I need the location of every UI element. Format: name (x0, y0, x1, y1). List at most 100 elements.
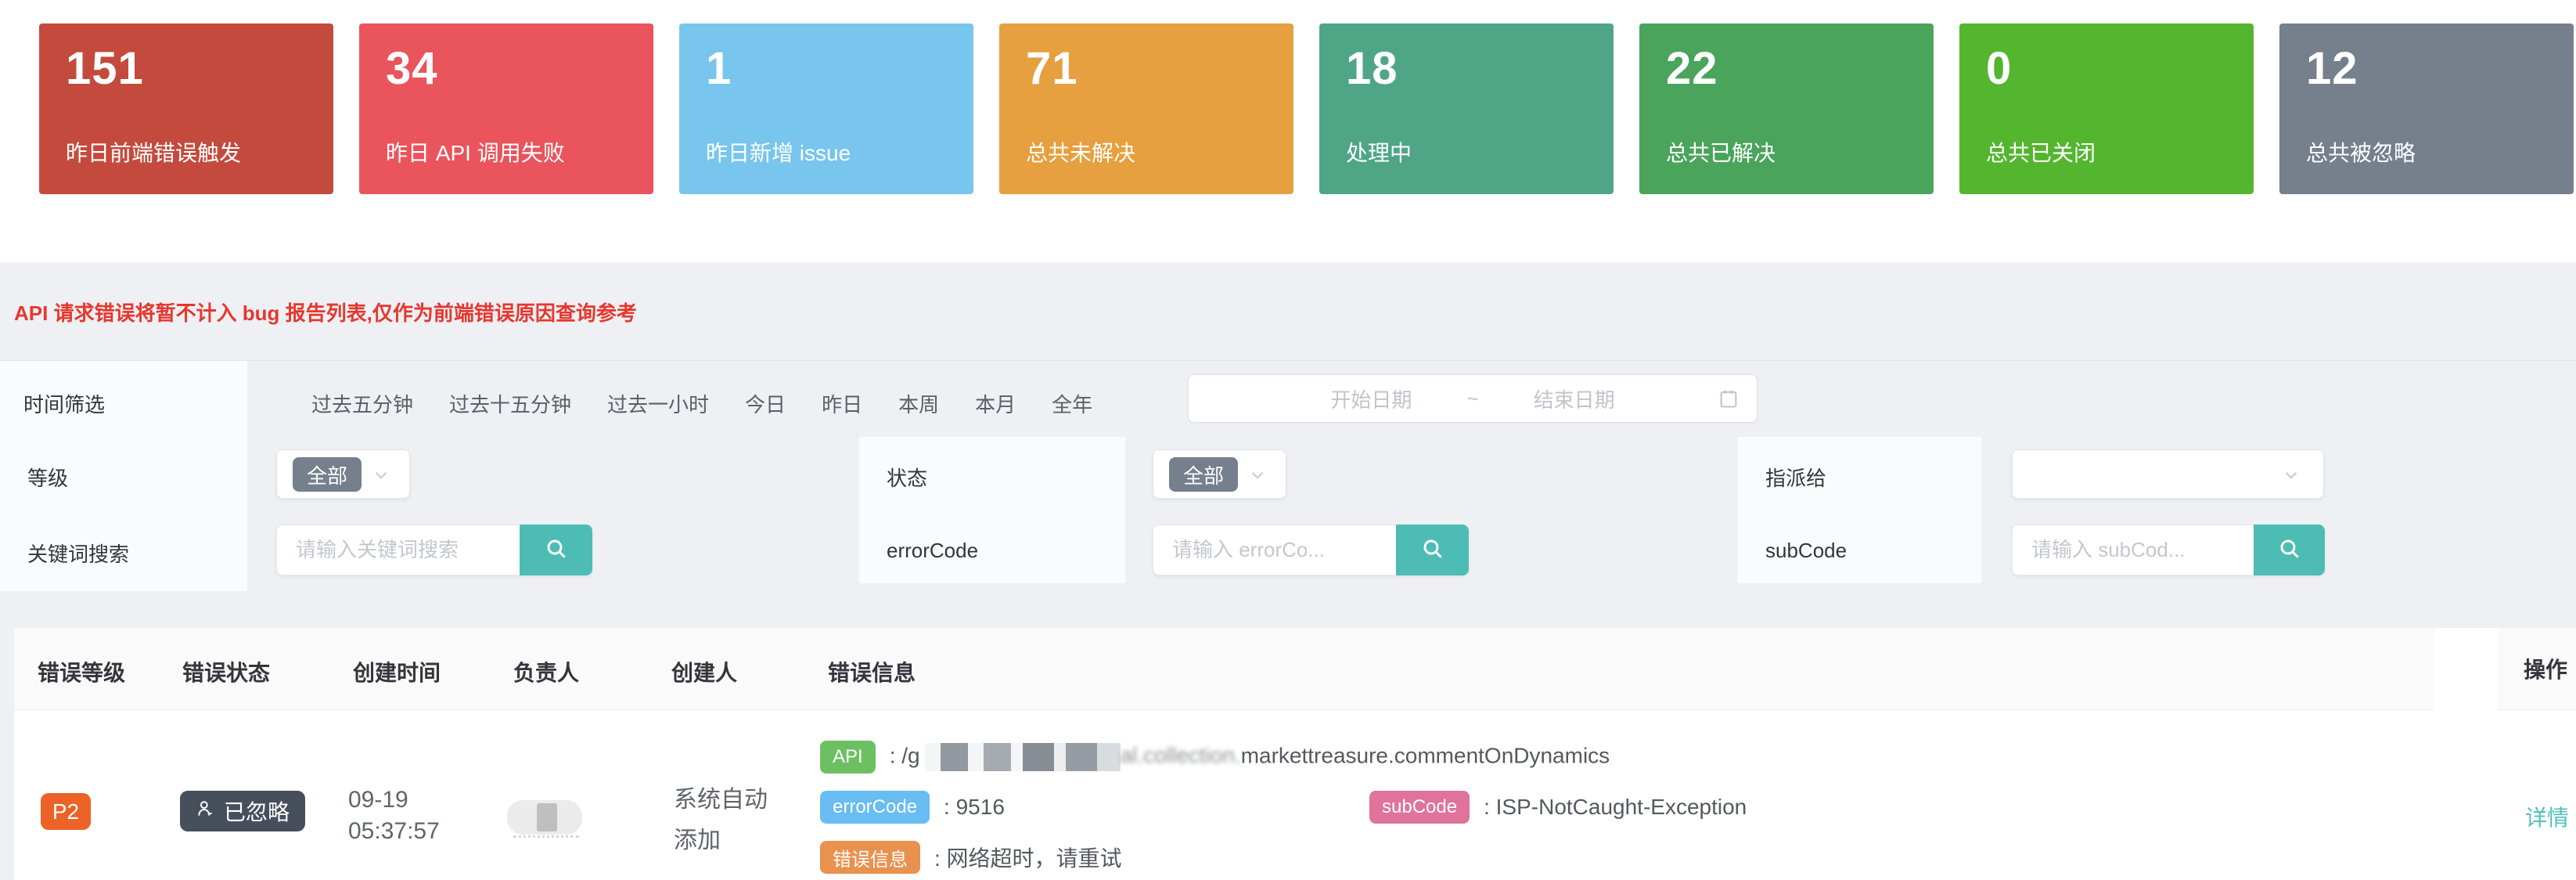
stat-card-new-issues: 1 昨日新增 issue (679, 23, 973, 194)
stat-label: 昨日新增 issue (706, 136, 947, 168)
subcode-search-button[interactable] (2254, 525, 2325, 575)
stat-value: 71 (1026, 42, 1267, 95)
person-ignored-icon (196, 799, 216, 824)
col-created-time: 创建时间 (353, 656, 441, 687)
error-status-badge: 已忽略 (180, 791, 305, 831)
stat-card-resolved: 22 总共已解决 (1639, 23, 1934, 194)
chevron-down-icon (1247, 465, 1268, 489)
stat-label: 总共未解决 (1026, 136, 1267, 168)
stat-label: 昨日前端错误触发 (66, 136, 307, 168)
stat-card-closed: 0 总共已关闭 (1959, 23, 2254, 194)
stat-card-frontend-errors: 151 昨日前端错误触发 (39, 23, 333, 194)
table-header: 错误等级 错误状态 创建时间 负责人 创建人 错误信息 (14, 628, 2434, 710)
date-range-picker[interactable]: 开始日期 ~ 结束日期 (1188, 374, 1758, 423)
errorcode-info-row: errorCode : 9516 subCode : ISP-NotCaught… (820, 789, 1610, 825)
stat-card-api-failures: 34 昨日 API 调用失败 (359, 23, 653, 194)
quick-option-last-15min[interactable]: 过去十五分钟 (449, 389, 571, 418)
stat-label: 处理中 (1346, 136, 1587, 168)
created-clock: 05:37:57 (348, 816, 440, 847)
col-actions: 操作 (2498, 628, 2576, 710)
search-icon (2277, 536, 2302, 564)
errorcode-search-input[interactable] (1153, 525, 1396, 575)
errorcode-search-button[interactable] (1396, 525, 1469, 575)
chevron-down-icon (2281, 465, 2301, 489)
end-date-placeholder[interactable]: 结束日期 (1534, 384, 1615, 413)
quick-option-this-week[interactable]: 本周 (898, 389, 939, 418)
calendar-icon (1718, 388, 1740, 415)
errorcode-search-group (1153, 525, 1469, 575)
creator-line2: 添加 (674, 820, 768, 861)
keyword-filter-label: 关键词搜索 (27, 539, 129, 568)
api-path: markettreasure.commentOnDynamics (1241, 743, 1610, 767)
errorcode-value: : 9516 (944, 795, 1005, 820)
created-date: 09-19 (348, 784, 440, 816)
col-owner: 负责人 (513, 656, 579, 687)
api-redacted-blur (925, 743, 1121, 771)
subcode-chip: subCode (1369, 791, 1470, 824)
subcode-search-group (2012, 525, 2325, 575)
stat-value: 22 (1666, 42, 1907, 95)
level-select[interactable]: 全部 (276, 449, 410, 499)
status-badge-label: 已忽略 (224, 795, 290, 827)
stat-value: 0 (1986, 42, 2227, 95)
status-filter-label: 状态 (887, 463, 927, 492)
stat-cards: 151 昨日前端错误触发 34 昨日 API 调用失败 1 昨日新增 issue… (39, 23, 2574, 194)
owner-redacted-blur (507, 800, 582, 835)
keyword-search-input[interactable] (276, 525, 520, 575)
error-info-cell: API : /gal.collection.markettreasure.com… (820, 739, 1610, 875)
stat-card-unresolved: 71 总共未解决 (999, 23, 1293, 194)
detail-link[interactable]: 详情 (2525, 801, 2569, 832)
assignee-select[interactable] (2012, 449, 2324, 499)
col-error-status: 错误状态 (182, 656, 270, 687)
date-range-separator: ~ (1466, 387, 1478, 411)
creator-cell: 系统自动 添加 (674, 780, 768, 861)
col-error-info: 错误信息 (828, 656, 916, 687)
quick-option-last-hour[interactable]: 过去一小时 (607, 389, 709, 418)
stat-value: 18 (1346, 42, 1587, 95)
api-blurred-fragment: al.collection. (1121, 743, 1241, 767)
api-notice-text: API 请求错误将暂不计入 bug 报告列表,仅作为前端错误原因查询参考 (14, 262, 2557, 361)
errorcode-chip: errorCode (820, 791, 930, 824)
quick-option-this-month[interactable]: 本月 (975, 389, 1016, 418)
quick-option-last-5min[interactable]: 过去五分钟 (311, 389, 413, 418)
creator-line1: 系统自动 (674, 780, 768, 820)
errormsg-value: : 网络超时，请重试 (934, 842, 1122, 873)
col-creator: 创建人 (671, 656, 737, 687)
stat-label: 总共已关闭 (1986, 136, 2227, 168)
time-quick-options: 过去五分钟 过去十五分钟 过去一小时 今日 昨日 本周 本月 全年 (311, 389, 1092, 418)
errorcode-filter-label: errorCode (887, 539, 978, 563)
search-icon (1420, 536, 1445, 564)
subcode-search-input[interactable] (2012, 525, 2254, 575)
stat-label: 总共已解决 (1666, 136, 1907, 168)
bug-dashboard: 151 昨日前端错误触发 34 昨日 API 调用失败 1 昨日新增 issue… (0, 0, 2576, 880)
chevron-down-icon (371, 465, 391, 489)
api-value: : /gal.collection.markettreasure.comment… (890, 743, 1610, 771)
errormsg-chip: 错误信息 (820, 841, 920, 874)
stat-label: 昨日 API 调用失败 (386, 136, 627, 168)
search-icon (544, 536, 569, 564)
quick-option-today[interactable]: 今日 (745, 389, 786, 418)
subcode-info-group: subCode : ISP-NotCaught-Exception (1369, 791, 1747, 824)
errormsg-info-row: 错误信息 : 网络超时，请重试 (820, 839, 1610, 875)
level-selected-tag: 全部 (293, 457, 362, 492)
stat-value: 1 (706, 42, 947, 95)
start-date-placeholder[interactable]: 开始日期 (1330, 384, 1412, 413)
page-gutter (0, 628, 14, 880)
subcode-value: : ISP-NotCaught-Exception (1484, 795, 1747, 820)
error-level-badge: P2 (41, 793, 91, 830)
quick-option-yesterday[interactable]: 昨日 (822, 389, 862, 418)
level-filter-label: 等级 (27, 463, 68, 492)
quick-option-this-year[interactable]: 全年 (1052, 389, 1092, 418)
keyword-search-button[interactable] (520, 525, 592, 575)
time-filter-label: 时间筛选 (23, 389, 105, 418)
status-selected-tag: 全部 (1169, 457, 1238, 492)
assignee-filter-label: 指派给 (1765, 463, 1826, 492)
api-chip: API (820, 741, 876, 774)
stat-value: 34 (386, 42, 627, 95)
api-info-row: API : /gal.collection.markettreasure.com… (820, 739, 1610, 775)
divider (0, 360, 2576, 361)
col-error-level: 错误等级 (38, 656, 125, 687)
status-select[interactable]: 全部 (1153, 449, 1286, 499)
keyword-search-group (276, 525, 592, 575)
stat-card-ignored: 12 总共被忽略 (2279, 23, 2574, 194)
